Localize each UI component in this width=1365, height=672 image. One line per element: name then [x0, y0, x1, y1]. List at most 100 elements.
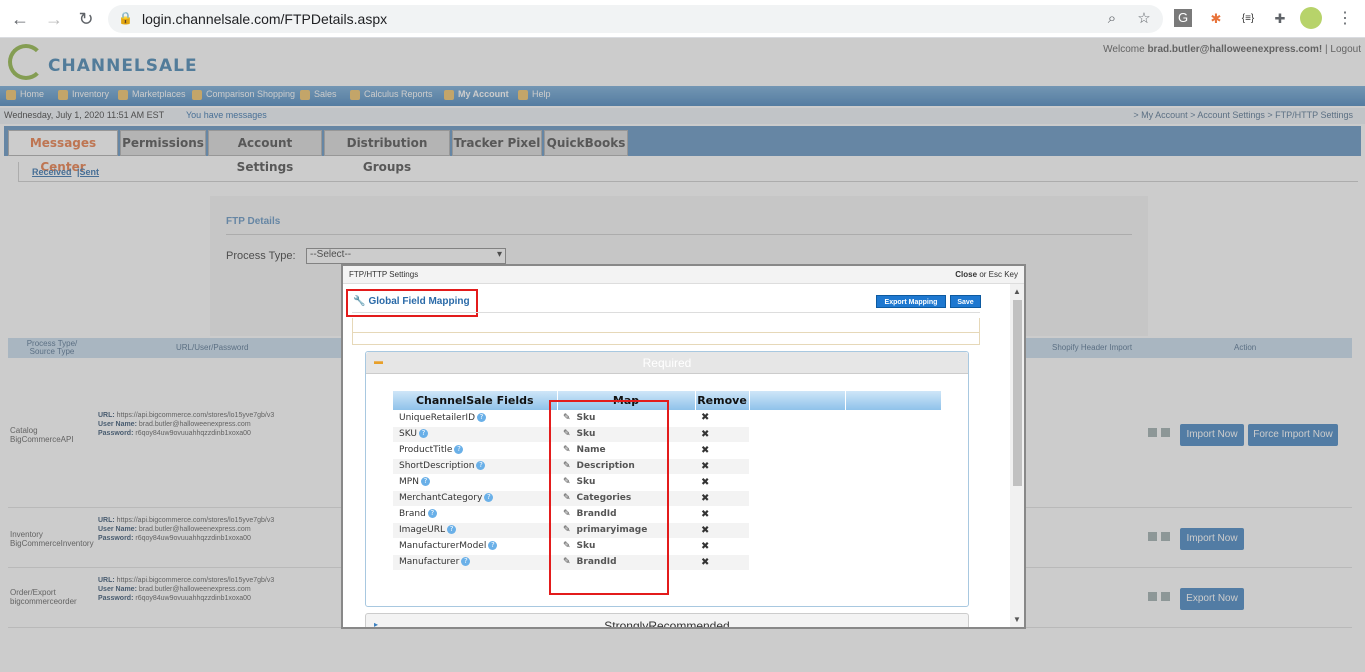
menu-help[interactable]: Help [518, 89, 551, 100]
delete-icon[interactable] [1161, 428, 1170, 437]
import-now-button[interactable]: Import Now [1180, 528, 1244, 550]
channelsale-logo: CHANNELSALE [8, 44, 197, 84]
delete-icon[interactable] [1161, 592, 1170, 601]
channelsale-field-cell: Brand? [393, 506, 557, 523]
bookmark-star-icon[interactable]: ☆ [1134, 9, 1154, 29]
help-icon[interactable]: ? [476, 461, 486, 470]
extension-json-icon[interactable]: {≡} [1238, 9, 1258, 29]
reload-icon[interactable]: ↻ [76, 9, 96, 29]
col-empty [845, 391, 942, 410]
welcome-text: Welcome brad.butler@halloweenexpress.com… [1103, 44, 1361, 55]
help-icon[interactable]: ? [461, 557, 471, 566]
extension-hubspot-icon[interactable]: ✱ [1206, 9, 1226, 29]
help-icon[interactable]: ? [454, 445, 464, 454]
message-sub-links: Received |Sent [18, 162, 1358, 182]
edit-icon[interactable] [1148, 532, 1157, 541]
remove-cell[interactable]: ✖ [695, 506, 749, 523]
help-icon[interactable]: ? [418, 429, 428, 438]
remove-icon[interactable]: ✖ [701, 461, 709, 472]
back-icon[interactable]: ← [10, 9, 30, 29]
help-icon[interactable]: ? [447, 525, 457, 534]
force-import-now-button[interactable]: Force Import Now [1248, 424, 1338, 446]
edit-icon[interactable] [1148, 592, 1157, 601]
divider [352, 312, 980, 313]
remove-icon[interactable]: ✖ [701, 525, 709, 536]
dialog-close-link[interactable]: Close or Esc Key [955, 270, 1018, 279]
menu-marketplaces[interactable]: Marketplaces [118, 89, 186, 100]
tab-quickbooks[interactable]: QuickBooks [544, 130, 628, 156]
scroll-down-icon[interactable]: ▼ [1013, 615, 1021, 624]
remove-icon[interactable]: ✖ [701, 445, 709, 456]
zoom-icon[interactable]: ⌕ [1102, 9, 1122, 29]
remove-icon[interactable]: ✖ [701, 509, 709, 520]
extensions-puzzle-icon[interactable]: ✚ [1270, 9, 1290, 29]
channelsale-field-cell: SKU? [393, 426, 557, 443]
menu-inventory[interactable]: Inventory [58, 89, 109, 100]
tab-account-settings[interactable]: Account Settings [208, 130, 322, 174]
menu-home[interactable]: Home [6, 89, 44, 100]
remove-icon[interactable]: ✖ [701, 557, 709, 568]
channelsale-field-label: SKU [399, 429, 417, 439]
channelsale-field-cell: MPN? [393, 474, 557, 491]
scroll-up-icon[interactable]: ▲ [1013, 287, 1021, 296]
strongly-recommended-label: StronglyRecommended [604, 619, 730, 627]
menu-my-account[interactable]: My Account [444, 89, 509, 100]
remove-cell[interactable]: ✖ [695, 426, 749, 443]
remove-cell[interactable]: ✖ [695, 538, 749, 555]
save-button[interactable]: Save [950, 295, 981, 308]
export-now-button[interactable]: Export Now [1180, 588, 1244, 610]
sent-link[interactable]: |Sent [77, 167, 99, 177]
export-mapping-button[interactable]: Export Mapping [876, 295, 946, 308]
dialog-title-bar: FTP/HTTP Settings Close or Esc Key [343, 266, 1024, 284]
required-panel-header[interactable]: ▬ Required [366, 352, 968, 374]
menu-calculus-reports[interactable]: Calculus Reports [350, 89, 433, 100]
extension-g-icon[interactable]: G [1174, 9, 1192, 27]
remove-icon[interactable]: ✖ [701, 541, 709, 552]
menu-sales[interactable]: Sales [300, 89, 337, 100]
remove-icon[interactable]: ✖ [701, 493, 709, 504]
empty-cell [845, 490, 941, 507]
dialog-scrollbar[interactable]: ▲ ▼ [1010, 284, 1024, 627]
tab-permissions[interactable]: Permissions [120, 130, 206, 156]
scrollbar-thumb[interactable] [1013, 300, 1022, 486]
import-now-button[interactable]: Import Now [1180, 424, 1244, 446]
menu-label: My Account [458, 89, 509, 99]
more-menu-icon[interactable]: ⋮ [1335, 9, 1355, 29]
profile-avatar[interactable] [1300, 7, 1322, 29]
process-type-select[interactable]: --Select-- ▾ [306, 248, 506, 264]
remove-cell[interactable]: ✖ [695, 474, 749, 491]
forward-icon[interactable]: → [44, 9, 64, 29]
received-link[interactable]: Received [32, 167, 72, 177]
remove-cell[interactable]: ✖ [695, 554, 749, 571]
channelsale-field-label: ManufacturerModel [399, 541, 487, 551]
edit-icon[interactable] [1148, 428, 1157, 437]
help-icon[interactable]: ? [427, 509, 437, 518]
tab-tracker-pixel[interactable]: Tracker Pixel [452, 130, 542, 156]
help-icon[interactable]: ? [420, 477, 430, 486]
help-icon[interactable]: ? [484, 493, 494, 502]
row-user: brad.butler@halloweenexpress.com [138, 586, 251, 593]
remove-icon[interactable]: ✖ [701, 477, 709, 488]
menu-comparison-shopping[interactable]: Comparison Shopping [192, 89, 295, 100]
delete-icon[interactable] [1161, 532, 1170, 541]
empty-cell [845, 426, 941, 443]
tab-distribution-groups[interactable]: Distribution Groups [324, 130, 450, 174]
remove-cell[interactable]: ✖ [695, 410, 749, 427]
channelsale-field-cell: Manufacturer? [393, 554, 557, 571]
remove-cell[interactable]: ✖ [695, 458, 749, 475]
row-credentials: URL: https://api.bigcommerce.com/stores/… [98, 516, 274, 543]
required-label: Required [642, 356, 692, 370]
remove-cell[interactable]: ✖ [695, 522, 749, 539]
channelsale-field-label: Manufacturer [399, 557, 460, 567]
help-icon[interactable]: ? [488, 541, 498, 550]
remove-cell[interactable]: ✖ [695, 442, 749, 459]
tab-messages-center[interactable]: Messages Center [8, 130, 118, 174]
help-icon[interactable]: ? [477, 412, 486, 422]
messages-link[interactable]: You have messages [186, 110, 267, 120]
remove-icon[interactable]: ✖ [701, 412, 709, 423]
address-bar[interactable]: 🔒 login.channelsale.com/FTPDetails.aspx … [108, 5, 1163, 33]
remove-cell[interactable]: ✖ [695, 490, 749, 507]
logout-link[interactable]: | Logout [1325, 44, 1361, 55]
remove-icon[interactable]: ✖ [701, 429, 709, 440]
strongly-recommended-panel[interactable]: ▸ StronglyRecommended [365, 613, 969, 627]
